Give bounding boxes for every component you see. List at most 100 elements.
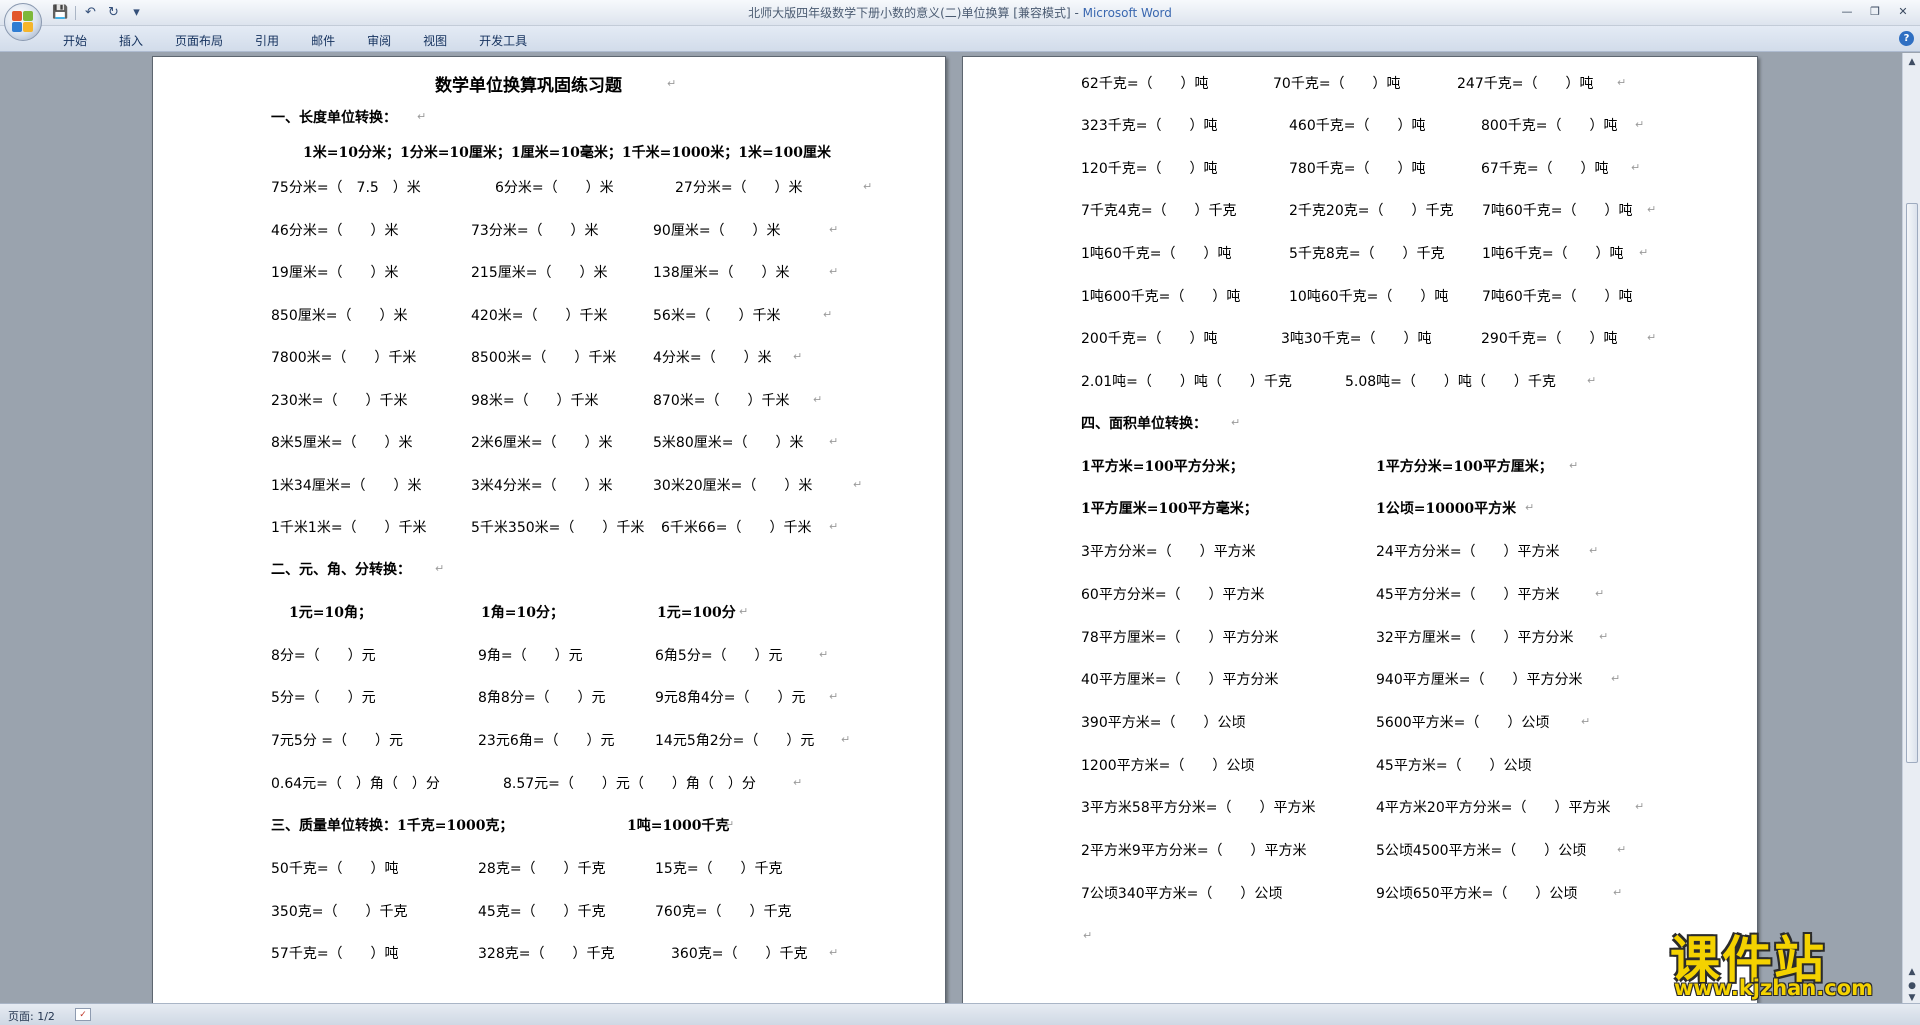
page-1[interactable]: 数学单位换算巩固练习题 ↵ 一、长度单位转换： ↵ 1米=10分米；1分米=10… (152, 56, 946, 1003)
office-button[interactable] (4, 3, 42, 41)
exercise[interactable]: 940平方厘米=（ ）平方分米 (1376, 669, 1582, 689)
tab-mailings[interactable]: 邮件 (300, 30, 346, 51)
exercise[interactable]: 328克=（ ）千克 (478, 943, 614, 963)
exercise[interactable]: 215厘米=（ ）米 (471, 262, 607, 282)
exercise[interactable]: 0.64元=（ ）角（ ）分 (271, 773, 440, 793)
exercise[interactable]: 50千克=（ ）吨 (271, 858, 399, 878)
exercise[interactable]: 290千克=（ ）吨 (1481, 328, 1617, 348)
vertical-scrollbar[interactable]: ▲ ▲ ● ▼ (1902, 53, 1920, 1003)
exercise[interactable]: 4平方米20平方分米=（ ）平方米 (1376, 797, 1610, 817)
tab-developer[interactable]: 开发工具 (468, 30, 538, 51)
exercise[interactable]: 32平方厘米=（ ）平方分米 (1376, 627, 1574, 647)
exercise[interactable]: 1200平方米=（ ）公顷 (1081, 755, 1254, 775)
exercise[interactable]: 98米=（ ）千米 (471, 390, 599, 410)
exercise[interactable]: 323千克=（ ）吨 (1081, 115, 1217, 135)
exercise[interactable]: 2千克20克=（ ）千克 (1289, 200, 1453, 220)
exercise[interactable]: 350克=（ ）千克 (271, 901, 407, 921)
exercise[interactable]: 5分=（ ）元 (271, 687, 376, 707)
prev-page-icon[interactable]: ▲ (1905, 965, 1919, 979)
exercise[interactable]: 90厘米=（ ）米 (653, 220, 781, 240)
exercise[interactable]: 7公顷340平方米=（ ）公顷 (1081, 883, 1282, 903)
exercise[interactable]: 7元5分 =（ ）元 (271, 730, 403, 750)
tab-insert[interactable]: 插入 (108, 30, 154, 51)
exercise[interactable]: 62千克=（ ）吨 (1081, 73, 1209, 93)
exercise[interactable]: 7千克4克=（ ）千克 (1081, 200, 1237, 220)
scroll-up-icon[interactable]: ▲ (1905, 55, 1919, 69)
scroll-thumb[interactable] (1906, 203, 1918, 763)
exercise[interactable]: 46分米=（ ）米 (271, 220, 399, 240)
exercise[interactable]: 6分米=（ ）米 (495, 177, 614, 197)
exercise[interactable]: 360克=（ ）千克 (671, 943, 807, 963)
exercise[interactable]: 800千克=（ ）吨 (1481, 115, 1617, 135)
exercise[interactable]: 6千米66=（ ）千米 (661, 517, 811, 537)
exercise[interactable]: 5米80厘米=（ ）米 (653, 432, 803, 452)
exercise[interactable]: 60平方分米=（ ）平方米 (1081, 584, 1265, 604)
exercise[interactable]: 3平方分米=（ ）平方米 (1081, 541, 1256, 561)
exercise[interactable]: 56米=（ ）千米 (653, 305, 781, 325)
exercise[interactable]: 2米6厘米=（ ）米 (471, 432, 613, 452)
exercise[interactable]: 1吨6千克=（ ）吨 (1482, 243, 1624, 263)
exercise[interactable]: 7吨60千克=（ ）吨 (1482, 200, 1632, 220)
exercise[interactable]: 8分=（ ）元 (271, 645, 376, 665)
exercise[interactable]: 45克=（ ）千克 (478, 901, 606, 921)
exercise[interactable]: 8角8分=（ ）元 (478, 687, 606, 707)
exercise[interactable]: 780千克=（ ）吨 (1289, 158, 1425, 178)
exercise[interactable]: 230米=（ ）千米 (271, 390, 407, 410)
tab-page-layout[interactable]: 页面布局 (164, 30, 234, 51)
exercise[interactable]: 5千米350米=（ ）千米 (471, 517, 644, 537)
exercise[interactable]: 760克=（ ）千克 (655, 901, 791, 921)
exercise[interactable]: 27分米=（ ）米 (675, 177, 803, 197)
exercise[interactable]: 1吨60千克=（ ）吨 (1081, 243, 1231, 263)
exercise[interactable]: 28克=（ ）千克 (478, 858, 606, 878)
exercise[interactable]: 200千克=（ ）吨 (1081, 328, 1217, 348)
exercise[interactable]: 14元5角2分=（ ）元 (655, 730, 814, 750)
exercise[interactable]: 8.57元=（ ）元（ ）角（ ）分 (503, 773, 756, 793)
exercise[interactable]: 870米=（ ）千米 (653, 390, 789, 410)
exercise[interactable]: 247千克=（ ）吨 (1457, 73, 1593, 93)
exercise[interactable]: 3平方米58平方分米=（ ）平方米 (1081, 797, 1315, 817)
exercise[interactable]: 4分米=（ ）米 (653, 347, 772, 367)
exercise[interactable]: 1千米1米=（ ）千米 (271, 517, 427, 537)
exercise[interactable]: 138厘米=（ ）米 (653, 262, 789, 282)
exercise[interactable]: 390平方米=（ ）公顷 (1081, 712, 1245, 732)
exercise[interactable]: 45平方米=（ ）公顷 (1376, 755, 1532, 775)
exercise[interactable]: 3米4分米=（ ）米 (471, 475, 613, 495)
exercise[interactable]: 9元8角4分=（ ）元 (655, 687, 805, 707)
tab-home[interactable]: 开始 (52, 30, 98, 51)
exercise[interactable]: 5.08吨=（ ）吨（ ）千克 (1345, 371, 1556, 391)
exercise[interactable]: 45平方分米=（ ）平方米 (1376, 584, 1560, 604)
exercise[interactable]: 120千克=（ ）吨 (1081, 158, 1217, 178)
exercise[interactable]: 2平方米9平方分米=（ ）平方米 (1081, 840, 1307, 860)
page-count[interactable]: 页面: 1/2 (8, 1008, 55, 1024)
exercise[interactable]: 6角5分=（ ）元 (655, 645, 783, 665)
exercise[interactable]: 10吨60千克=（ ）吨 (1289, 286, 1448, 306)
exercise[interactable]: 7吨60千克=（ ）吨 (1482, 286, 1632, 306)
tab-review[interactable]: 审阅 (356, 30, 402, 51)
exercise[interactable]: 19厘米=（ ）米 (271, 262, 399, 282)
exercise[interactable]: 3吨30千克=（ ）吨 (1281, 328, 1431, 348)
page-2[interactable]: 62千克=（ ）吨 70千克=（ ）吨 247千克=（ ）吨 ↵ 323千克=（… (962, 56, 1758, 1003)
restore-button[interactable]: ❐ (1862, 2, 1888, 20)
minimize-button[interactable]: — (1834, 2, 1860, 20)
exercise[interactable]: 30米20厘米=（ ）米 (653, 475, 812, 495)
exercise[interactable]: 67千克=（ ）吨 (1481, 158, 1609, 178)
exercise[interactable]: 75分米=（ 7.5 ）米 (271, 177, 421, 197)
exercise[interactable]: 2.01吨=（ ）吨（ ）千克 (1081, 371, 1292, 391)
help-icon[interactable]: ? (1899, 31, 1914, 46)
exercise[interactable]: 7800米=（ ）千米 (271, 347, 416, 367)
exercise[interactable]: 73分米=（ ）米 (471, 220, 599, 240)
exercise[interactable]: 8500米=（ ）千米 (471, 347, 616, 367)
exercise[interactable]: 1吨600千克=（ ）吨 (1081, 286, 1240, 306)
exercise[interactable]: 5600平方米=（ ）公顷 (1376, 712, 1549, 732)
exercise[interactable]: 8米5厘米=（ ）米 (271, 432, 413, 452)
exercise[interactable]: 850厘米=（ ）米 (271, 305, 407, 325)
exercise[interactable]: 1米34厘米=（ ）米 (271, 475, 421, 495)
spelling-check-icon[interactable]: ✓ (75, 1008, 91, 1021)
exercise[interactable]: 460千克=（ ）吨 (1289, 115, 1425, 135)
exercise[interactable]: 9角=（ ）元 (478, 645, 583, 665)
close-button[interactable]: ✕ (1890, 2, 1916, 20)
exercise[interactable]: 15克=（ ）千克 (655, 858, 783, 878)
exercise[interactable]: 5千克8克=（ ）千克 (1289, 243, 1445, 263)
tab-references[interactable]: 引用 (244, 30, 290, 51)
exercise[interactable]: 5公顷4500平方米=（ ）公顷 (1376, 840, 1586, 860)
